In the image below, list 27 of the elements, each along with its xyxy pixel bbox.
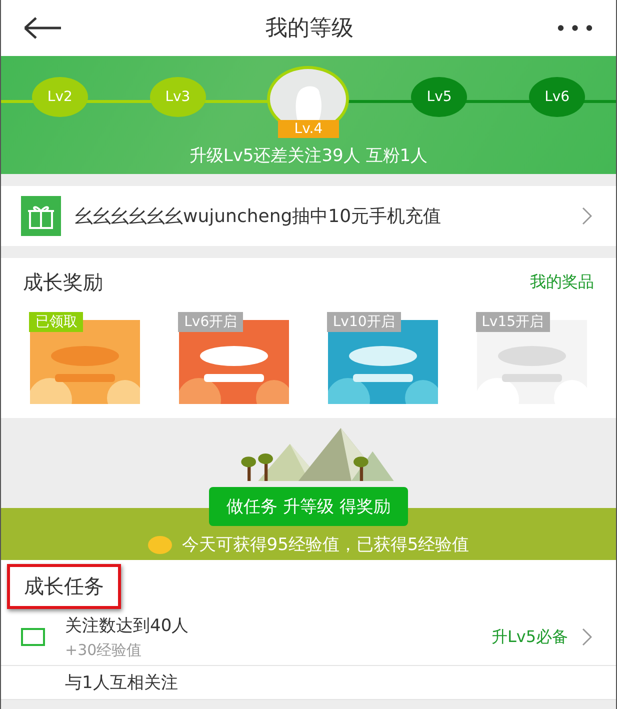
coin-icon [148, 536, 172, 554]
my-prizes-link[interactable]: 我的奖品 [530, 272, 594, 292]
ribbon-banner: 做任务 升等级 得奖励 [208, 487, 408, 526]
reward-tag: Lv6开启 [178, 312, 244, 332]
task-reward: +30经验值 [65, 641, 143, 660]
level-node: Lv6 [529, 77, 586, 117]
page-title: 我的等级 [266, 15, 354, 43]
reward-tag: Lv10开启 [326, 312, 401, 332]
checkbox[interactable] [21, 628, 45, 646]
level-node: Lv2 [32, 77, 88, 117]
experience-summary: 今天可获得95经验值，已获得5经验值 [182, 534, 470, 556]
chevron-right-icon [582, 207, 592, 225]
section-title: 成长任务 [7, 564, 121, 609]
more-icon[interactable] [556, 24, 594, 32]
reward-tag: Lv15开启 [476, 312, 550, 332]
level-node: Lv3 [150, 77, 206, 117]
gift-icon [21, 196, 61, 236]
level-node: Lv5 [411, 77, 468, 117]
task-name: 与1人互相关注 [65, 672, 179, 694]
section-title: 成长奖励 [23, 268, 103, 296]
reward-tag: 已领取 [29, 312, 84, 332]
upgrade-hint: 升级Lv5还差关注39人 互粉1人 [189, 145, 428, 167]
chevron-right-icon[interactable] [582, 628, 592, 646]
task-name: 关注数达到40人 [65, 615, 190, 637]
task-requirement-label: 升Lv5必备 [491, 626, 568, 648]
level-badge: Lv.4 [278, 120, 339, 138]
back-icon[interactable] [23, 16, 63, 40]
